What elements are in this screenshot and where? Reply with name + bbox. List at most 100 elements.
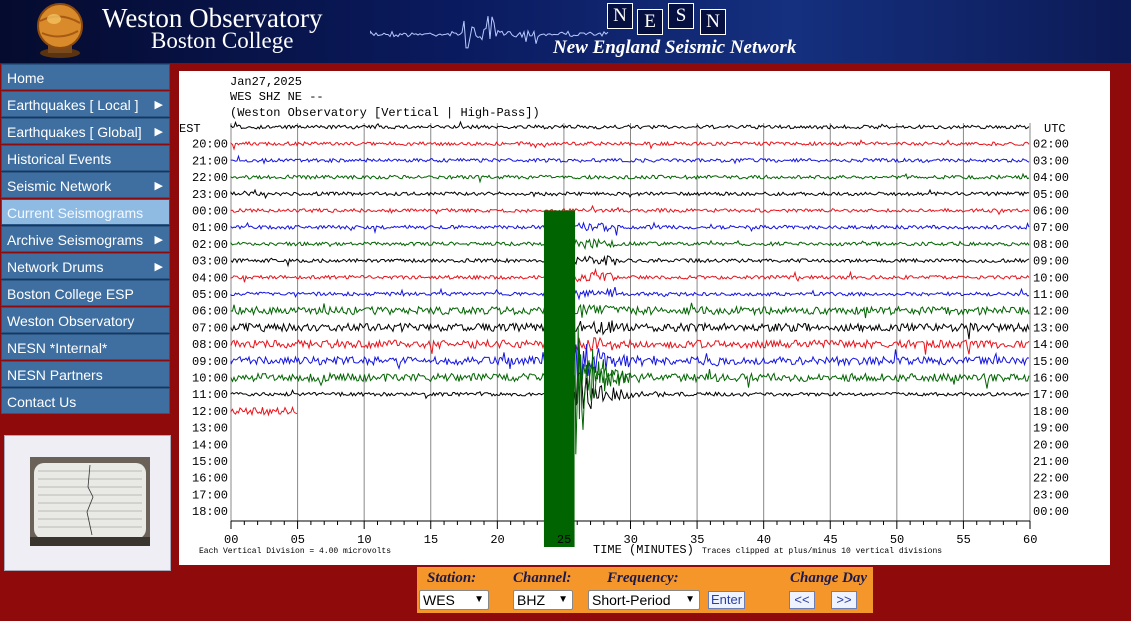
nav-item-label: Contact Us bbox=[7, 394, 77, 410]
seismic-trace bbox=[230, 405, 298, 417]
nav-item-label: Weston Observatory bbox=[7, 313, 135, 329]
est-hour-label: 00:00 bbox=[192, 205, 228, 219]
utc-hour-label: 23:00 bbox=[1033, 488, 1069, 502]
utc-hour-label: 12:00 bbox=[1033, 305, 1069, 319]
nav-item-label: Current Seismograms bbox=[7, 205, 144, 221]
drum-photo-panel bbox=[4, 435, 171, 571]
nav-item-contact-us[interactable]: Contact Us bbox=[1, 388, 170, 414]
minute-tick-label: 55 bbox=[956, 533, 970, 547]
chevron-down-icon: ▼ bbox=[558, 594, 568, 605]
nav-item-label: Home bbox=[7, 70, 45, 86]
utc-hour-label: 15:00 bbox=[1033, 355, 1069, 369]
est-hour-label: 01:00 bbox=[192, 221, 228, 235]
seismogram-header-text: (Weston Observatory [Vertical | High-Pas… bbox=[230, 106, 540, 120]
est-label: EST bbox=[179, 122, 201, 136]
nav-item-nesn-internal[interactable]: NESN *Internal* bbox=[1, 334, 170, 360]
nav-item-nesn-partners[interactable]: NESN Partners bbox=[1, 361, 170, 387]
nav-item-earthquakes-local[interactable]: Earthquakes [ Local ] ▶ bbox=[1, 91, 170, 117]
utc-hour-label: 00:00 bbox=[1033, 505, 1069, 519]
x-axis-title: TIME (MINUTES) bbox=[593, 543, 694, 557]
nav-item-label: Network Drums bbox=[7, 259, 104, 275]
utc-label: UTC bbox=[1044, 122, 1066, 136]
utc-hour-label: 04:00 bbox=[1033, 171, 1069, 185]
seismogram-panel: Jan27,2025 WES SHZ NE -- (Weston Observato… bbox=[179, 71, 1110, 565]
nesn-logo-letter: S bbox=[668, 3, 694, 29]
est-hour-label: 04:00 bbox=[192, 271, 228, 285]
sidebar-nav: Home Earthquakes [ Local ] ▶ Earthquakes … bbox=[1, 64, 170, 415]
minute-tick-label: 05 bbox=[291, 533, 305, 547]
nesn-logo-letter: N bbox=[700, 9, 726, 35]
channel-value: BHZ bbox=[517, 592, 545, 608]
nav-item-historical-events[interactable]: Historical Events bbox=[1, 145, 170, 171]
submenu-arrow-icon: ▶ bbox=[154, 234, 163, 246]
nav-item-label: Boston College ESP bbox=[7, 286, 134, 302]
nav-item-label: NESN Partners bbox=[7, 367, 103, 383]
next-day-button[interactable]: >> bbox=[831, 591, 857, 609]
clip-note: Traces clipped at plus/minus 10 vertical… bbox=[702, 547, 942, 556]
nav-item-label: Historical Events bbox=[7, 151, 112, 167]
station-value: WES bbox=[423, 592, 455, 608]
est-hour-label: 23:00 bbox=[192, 188, 228, 202]
utc-hour-label: 07:00 bbox=[1033, 221, 1069, 235]
frequency-value: Short-Period bbox=[592, 592, 671, 608]
est-hour-label: 21:00 bbox=[192, 154, 228, 168]
seismogram-header-text: Jan27,2025 bbox=[230, 75, 302, 89]
nav-item-earthquakes-global[interactable]: Earthquakes [ Global] ▶ bbox=[1, 118, 170, 144]
seismograph-drum-image[interactable] bbox=[30, 457, 150, 546]
earthquake-coda bbox=[574, 210, 630, 455]
submenu-arrow-icon: ▶ bbox=[154, 180, 163, 192]
network-name[interactable]: New England Seismic Network bbox=[553, 37, 796, 59]
nav-item-current-seismograms[interactable]: Current Seismograms bbox=[1, 199, 170, 225]
nav-item-label: Earthquakes [ Global] bbox=[7, 124, 142, 140]
est-hour-label: 08:00 bbox=[192, 338, 228, 352]
site-header: Weston Observatory Boston College N E S … bbox=[0, 0, 1131, 63]
nesn-logo-letter: E bbox=[637, 9, 663, 35]
utc-hour-label: 19:00 bbox=[1033, 422, 1069, 436]
utc-hour-label: 05:00 bbox=[1033, 188, 1069, 202]
site-subtitle[interactable]: Boston College bbox=[151, 29, 293, 53]
minute-tick-label: 10 bbox=[357, 533, 371, 547]
utc-hour-label: 11:00 bbox=[1033, 288, 1069, 302]
est-hour-label: 14:00 bbox=[192, 438, 228, 452]
utc-hour-label: 03:00 bbox=[1033, 154, 1069, 168]
utc-hour-label: 17:00 bbox=[1033, 388, 1069, 402]
seismogram-header-text: WES SHZ NE -- bbox=[230, 90, 324, 104]
utc-hour-label: 14:00 bbox=[1033, 338, 1069, 352]
utc-hour-label: 21:00 bbox=[1033, 455, 1069, 469]
nav-item-boston-college-esp[interactable]: Boston College ESP bbox=[1, 280, 170, 306]
previous-day-button[interactable]: << bbox=[789, 591, 815, 609]
submenu-arrow-icon: ▶ bbox=[154, 261, 163, 273]
globe-logo bbox=[37, 3, 83, 58]
est-hour-label: 02:00 bbox=[192, 238, 228, 252]
grid bbox=[230, 123, 1031, 529]
est-hour-label: 15:00 bbox=[192, 455, 228, 469]
seismogram-plot[interactable]: Jan27,2025WES SHZ NE -- (Weston Observato… bbox=[179, 71, 1110, 565]
chevron-down-icon: ▼ bbox=[685, 594, 695, 605]
channel-select[interactable]: BHZ ▼ bbox=[513, 590, 573, 610]
nav-item-archive-seismograms[interactable]: Archive Seismograms ▶ bbox=[1, 226, 170, 252]
nav-item-label: Earthquakes [ Local ] bbox=[7, 97, 139, 113]
nesn-logo-letter: N bbox=[607, 3, 633, 29]
utc-hour-label: 16:00 bbox=[1033, 372, 1069, 386]
utc-hour-label: 02:00 bbox=[1033, 138, 1069, 152]
axis-labels: Jan27,2025WES SHZ NE -- (Weston Observato… bbox=[179, 75, 1069, 557]
change-day-label: Change Day bbox=[790, 570, 868, 586]
nav-item-network-drums[interactable]: Network Drums ▶ bbox=[1, 253, 170, 279]
utc-hour-label: 06:00 bbox=[1033, 205, 1069, 219]
station-label: Station: bbox=[427, 570, 477, 586]
est-hour-label: 05:00 bbox=[192, 288, 228, 302]
station-select[interactable]: WES ▼ bbox=[419, 590, 489, 610]
nav-item-label: NESN *Internal* bbox=[7, 340, 108, 356]
enter-button[interactable]: Enter bbox=[708, 591, 745, 609]
est-hour-label: 22:00 bbox=[192, 171, 228, 185]
nav-item-weston-observatory[interactable]: Weston Observatory bbox=[1, 307, 170, 333]
est-hour-label: 06:00 bbox=[192, 305, 228, 319]
nav-item-label: Archive Seismograms bbox=[7, 232, 144, 248]
nav-item-home[interactable]: Home bbox=[1, 64, 170, 90]
est-hour-label: 13:00 bbox=[192, 422, 228, 436]
est-hour-label: 18:00 bbox=[192, 505, 228, 519]
est-hour-label: 16:00 bbox=[192, 472, 228, 486]
nav-item-label: Seismic Network bbox=[7, 178, 112, 194]
nav-item-seismic-network[interactable]: Seismic Network ▶ bbox=[1, 172, 170, 198]
frequency-select[interactable]: Short-Period ▼ bbox=[588, 590, 700, 610]
